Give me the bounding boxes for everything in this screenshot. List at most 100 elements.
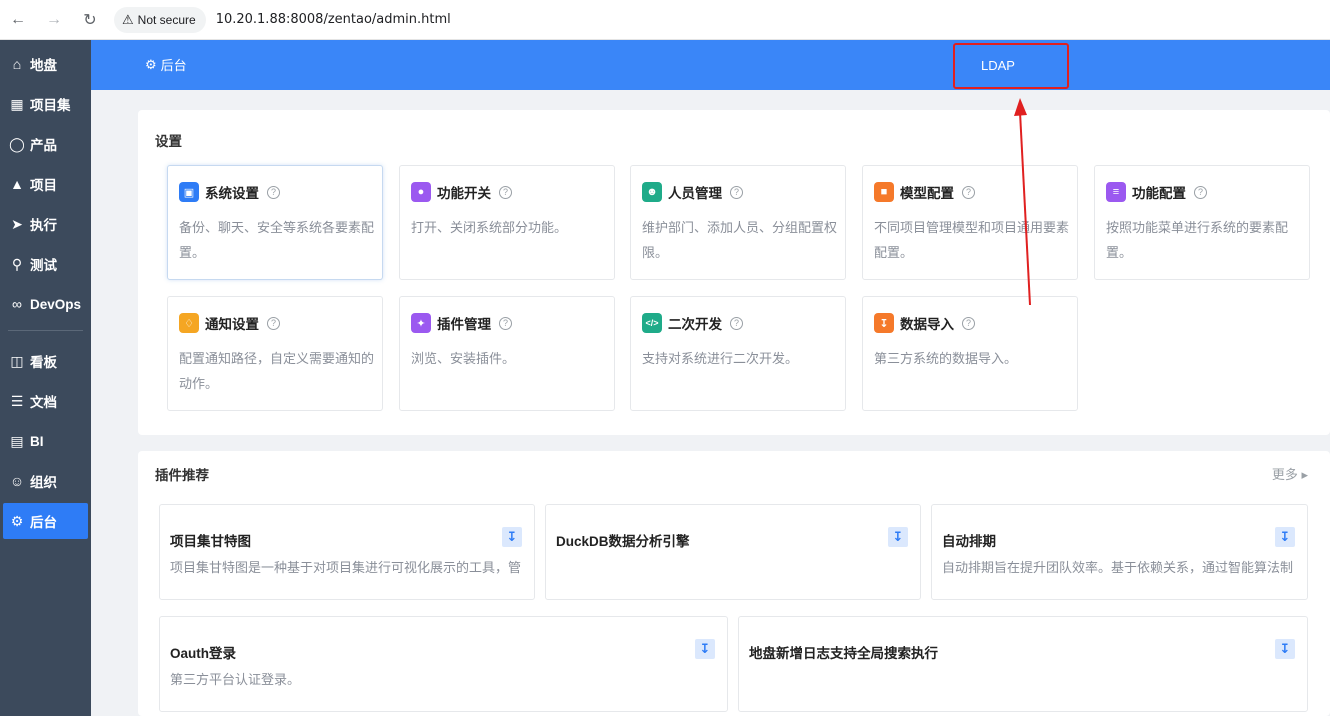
download-icon[interactable]: ↧ bbox=[1275, 527, 1295, 547]
card-notification-settings[interactable]: ♢ 通知设置 ? 配置通知路径，自定义需要通知的动作。 bbox=[167, 296, 383, 411]
back-arrow-icon[interactable]: ← bbox=[0, 4, 36, 36]
download-icon[interactable]: ↧ bbox=[1275, 639, 1295, 659]
top-navbar: ⚙ 后台 LDAP bbox=[91, 40, 1330, 90]
card-desc: 不同项目管理模型和项目通用要素配置。 bbox=[874, 220, 1070, 260]
url-text[interactable]: 10.20.1.88:8008/zentao/admin.html bbox=[216, 12, 451, 27]
reload-icon[interactable]: ↻ bbox=[72, 4, 108, 36]
plugin-desc: 项目集甘特图是一种基于对项目集进行可视化展示的工具，管 bbox=[170, 560, 522, 575]
user-icon: ☺ bbox=[9, 473, 25, 489]
ldap-nav-label: LDAP bbox=[981, 58, 1015, 73]
card-title: 数据导入 bbox=[900, 317, 954, 332]
runner-icon: ➤ bbox=[11, 215, 23, 232]
card-desc: 配置通知路径，自定义需要通知的动作。 bbox=[179, 351, 375, 391]
download-icon[interactable]: ↧ bbox=[695, 639, 715, 659]
plugin-card[interactable]: 地盘新增日志支持全局搜索执行 ↧ bbox=[738, 616, 1308, 712]
sidebar-item-org[interactable]: ☺ 组织 bbox=[3, 463, 88, 499]
help-icon[interactable]: ? bbox=[267, 316, 280, 330]
help-icon[interactable]: ? bbox=[499, 185, 512, 199]
admin-home-link[interactable]: ⚙ 后台 bbox=[145, 55, 187, 74]
download-icon[interactable]: ↧ bbox=[502, 527, 522, 547]
grid-icon: ▦ bbox=[10, 95, 24, 112]
more-label: 更多 bbox=[1271, 467, 1298, 482]
plugin-title: 项目集甘特图 bbox=[170, 534, 251, 549]
card-desc: 第三方系统的数据导入。 bbox=[874, 351, 1018, 366]
people-icon: ☻ bbox=[642, 182, 662, 202]
forward-arrow-icon[interactable]: → bbox=[36, 4, 72, 36]
plugin-card[interactable]: 自动排期 自动排期旨在提升团队效率。基于依赖关系，通过智能算法制 ↧ bbox=[931, 504, 1308, 600]
sidebar-item-label: 产品 bbox=[30, 138, 57, 153]
sidebar-item-label: 项目 bbox=[30, 178, 57, 193]
security-label: Not secure bbox=[137, 12, 196, 27]
browser-toolbar: ← → ↻ ⚠ Not secure 10.20.1.88:8008/zenta… bbox=[0, 0, 1330, 40]
plugin-desc: 自动排期旨在提升团队效率。基于依赖关系，通过智能算法制 bbox=[942, 560, 1294, 575]
security-chip[interactable]: ⚠ Not secure bbox=[114, 6, 206, 33]
import-icon: ↧ bbox=[874, 313, 894, 333]
sidebar-item-devops[interactable]: ∞ DevOps bbox=[3, 286, 88, 322]
card-desc: 打开、关闭系统部分功能。 bbox=[411, 220, 568, 235]
sidebar-item-test[interactable]: ⚲ 测试 bbox=[3, 246, 88, 282]
plugin-title: DuckDB数据分析引擎 bbox=[556, 534, 690, 549]
bell-icon: ♢ bbox=[179, 313, 199, 333]
sidebar-item-label: 文档 bbox=[30, 395, 57, 410]
help-icon[interactable]: ? bbox=[1194, 185, 1207, 199]
sidebar-item-program[interactable]: ▦ 项目集 bbox=[3, 86, 88, 122]
sidebar-item-label: DevOps bbox=[30, 296, 82, 312]
chart-icon: ▤ bbox=[10, 432, 24, 449]
help-icon[interactable]: ? bbox=[499, 316, 512, 330]
card-secondary-dev[interactable]: </> 二次开发 ? 支持对系统进行二次开发。 bbox=[630, 296, 846, 411]
sidebar-divider bbox=[8, 330, 83, 331]
help-icon[interactable]: ? bbox=[730, 185, 743, 199]
plugin-title: 地盘新增日志支持全局搜索执行 bbox=[749, 646, 938, 661]
plugin-recommend-panel: 插件推荐 更多 ▸ 项目集甘特图 项目集甘特图是一种基于对项目集进行可视化展示的… bbox=[138, 451, 1330, 716]
warning-icon: ⚠ bbox=[122, 11, 134, 27]
ldap-nav-highlight[interactable]: LDAP bbox=[953, 43, 1069, 89]
sidebar-item-kanban[interactable]: ◫ 看板 bbox=[3, 343, 88, 379]
sidebar-item-dashboard[interactable]: ⌂ 地盘 bbox=[3, 46, 88, 82]
card-feature-switch[interactable]: ● 功能开关 ? 打开、关闭系统部分功能。 bbox=[399, 165, 615, 280]
help-icon[interactable]: ? bbox=[962, 316, 975, 330]
search-icon: ⚲ bbox=[11, 255, 23, 272]
plugin-card[interactable]: DuckDB数据分析引擎 ↧ bbox=[545, 504, 921, 600]
card-desc: 按照功能菜单进行系统的要素配置。 bbox=[1106, 220, 1289, 260]
help-icon[interactable]: ? bbox=[962, 185, 975, 199]
card-title: 人员管理 bbox=[668, 186, 722, 201]
card-title: 模型配置 bbox=[900, 186, 954, 201]
monitor-icon: ▣ bbox=[179, 182, 199, 202]
infinity-icon: ∞ bbox=[12, 296, 22, 312]
sidebar-item-label: 看板 bbox=[30, 355, 57, 370]
more-link[interactable]: 更多 ▸ bbox=[1272, 464, 1308, 483]
settings-panel: 设置 ▣ 系统设置 ? 备份、聊天、安全等系统各要素配置。 ● 功能开关 ? 打… bbox=[138, 110, 1330, 435]
card-data-import[interactable]: ↧ 数据导入 ? 第三方系统的数据导入。 bbox=[862, 296, 1078, 411]
sidebar-item-project[interactable]: ▲ 项目 bbox=[3, 166, 88, 202]
sidebar-item-label: 后台 bbox=[30, 515, 57, 530]
card-title: 插件管理 bbox=[437, 317, 491, 332]
sidebar-item-execution[interactable]: ➤ 执行 bbox=[3, 206, 88, 242]
document-icon: ☰ bbox=[10, 392, 24, 409]
card-user-management[interactable]: ☻ 人员管理 ? 维护部门、添加人员、分组配置权限。 bbox=[630, 165, 846, 280]
plugin-card[interactable]: 项目集甘特图 项目集甘特图是一种基于对项目集进行可视化展示的工具，管 ↧ bbox=[159, 504, 535, 600]
download-icon[interactable]: ↧ bbox=[888, 527, 908, 547]
card-title: 系统设置 bbox=[205, 186, 259, 201]
plugin-title: Oauth登录 bbox=[170, 646, 236, 661]
address-bar[interactable]: ⚠ Not secure 10.20.1.88:8008/zentao/admi… bbox=[114, 5, 451, 35]
sidebar-item-bi[interactable]: ▤ BI bbox=[3, 423, 88, 459]
card-title: 功能配置 bbox=[1132, 186, 1186, 201]
sidebar: ⌂ 地盘 ▦ 项目集 ◯ 产品 ▲ 项目 ➤ 执行 ⚲ 测试 ∞ DevOps … bbox=[0, 40, 91, 716]
home-icon: ⌂ bbox=[12, 56, 22, 72]
card-desc: 浏览、安装插件。 bbox=[411, 351, 516, 366]
sidebar-item-doc[interactable]: ☰ 文档 bbox=[3, 383, 88, 419]
sidebar-item-product[interactable]: ◯ 产品 bbox=[3, 126, 88, 162]
plugin-title: 自动排期 bbox=[942, 534, 996, 549]
card-feature-config[interactable]: ≡ 功能配置 ? 按照功能菜单进行系统的要素配置。 bbox=[1094, 165, 1310, 280]
sidebar-item-admin[interactable]: ⚙ 后台 bbox=[3, 503, 88, 539]
plugin-card[interactable]: Oauth登录 第三方平台认证登录。 ↧ bbox=[159, 616, 728, 712]
card-plugin-management[interactable]: ✦ 插件管理 ? 浏览、安装插件。 bbox=[399, 296, 615, 411]
help-icon[interactable]: ? bbox=[267, 185, 280, 199]
card-model-config[interactable]: ■ 模型配置 ? 不同项目管理模型和项目通用要素配置。 bbox=[862, 165, 1078, 280]
sidebar-item-label: 执行 bbox=[30, 218, 57, 233]
plugins-title: 插件推荐 bbox=[155, 468, 209, 483]
sliders-icon: ≡ bbox=[1106, 182, 1126, 202]
card-system-settings[interactable]: ▣ 系统设置 ? 备份、聊天、安全等系统各要素配置。 bbox=[167, 165, 383, 280]
admin-home-label: 后台 bbox=[160, 58, 187, 73]
help-icon[interactable]: ? bbox=[730, 316, 743, 330]
